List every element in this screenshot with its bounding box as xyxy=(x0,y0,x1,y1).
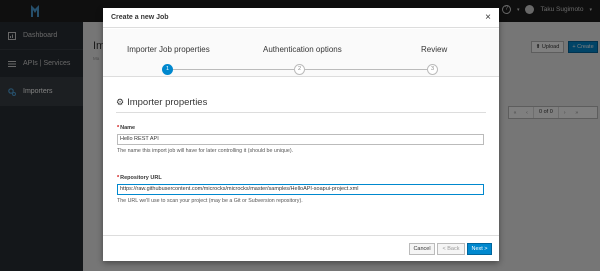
step-circle-2[interactable]: 2 xyxy=(294,64,305,75)
step-circle-3[interactable]: 3 xyxy=(427,64,438,75)
required-marker: * xyxy=(117,175,120,181)
gears-icon: ⚙ xyxy=(116,97,125,107)
step-label-authentication[interactable]: Authentication options xyxy=(263,45,342,54)
wizard-steps: Importer Job properties Authentication o… xyxy=(103,29,499,77)
repository-url-label: *Repository URL xyxy=(117,175,162,181)
modal-header: Create a new Job × xyxy=(103,8,499,28)
required-marker: * xyxy=(117,125,120,131)
name-help: The name this import job will have for l… xyxy=(117,148,294,154)
next-button[interactable]: Next > xyxy=(467,243,492,255)
back-button[interactable]: < Back xyxy=(437,243,465,255)
repository-url-label-text: Repository URL xyxy=(120,175,162,181)
section-heading: ⚙ Importer properties xyxy=(116,97,486,113)
section-title: Importer properties xyxy=(127,97,208,108)
modal-body: ⚙ Importer properties *Name Hello REST A… xyxy=(103,78,499,235)
name-label-text: Name xyxy=(120,125,136,131)
cancel-button[interactable]: Cancel xyxy=(409,243,435,255)
step-circle-1[interactable]: 1 xyxy=(162,64,173,75)
create-job-modal: Create a new Job × Importer Job properti… xyxy=(103,8,499,261)
step-label-review[interactable]: Review xyxy=(421,45,447,54)
name-label: *Name xyxy=(117,125,135,131)
modal-footer: Cancel < Back Next > xyxy=(103,235,499,261)
repository-url-help: The URL we'll use to scan your project (… xyxy=(117,198,303,204)
step-label-properties[interactable]: Importer Job properties xyxy=(127,45,210,54)
close-icon[interactable]: × xyxy=(485,12,491,23)
name-input[interactable]: Hello REST API xyxy=(117,134,484,145)
repository-url-input[interactable]: https://raw.githubusercontent.com/microc… xyxy=(117,184,484,195)
modal-title: Create a new Job xyxy=(111,14,169,21)
